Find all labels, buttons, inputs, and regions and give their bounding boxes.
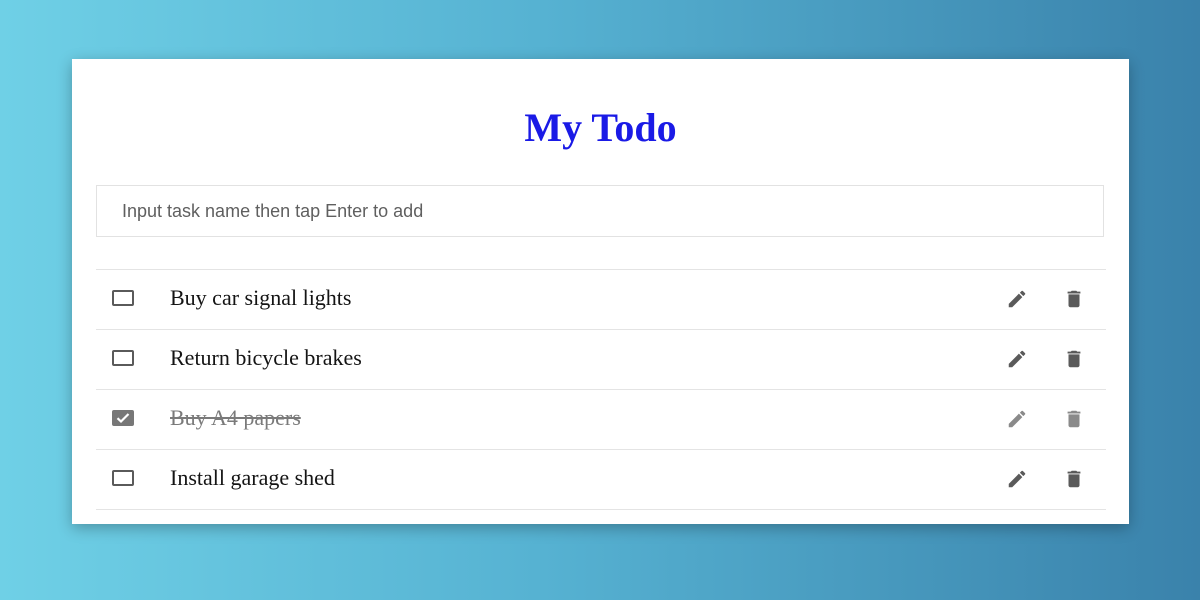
task-checkbox[interactable]	[112, 290, 134, 306]
task-label: Install garage shed	[170, 465, 335, 490]
task-row: Return bicycle brakes	[96, 330, 1106, 390]
new-task-input[interactable]	[96, 185, 1104, 237]
pencil-icon[interactable]	[1006, 288, 1028, 310]
task-row: Install garage shed	[96, 450, 1106, 510]
task-checkbox-checked[interactable]	[112, 410, 134, 426]
task-label: Buy car signal lights	[170, 285, 352, 310]
pencil-icon[interactable]	[1006, 348, 1028, 370]
task-row: Buy car signal lights	[96, 270, 1106, 330]
pencil-icon[interactable]	[1006, 468, 1028, 490]
task-list: Buy car signal lights Return bicycle bra…	[96, 269, 1106, 510]
task-row: Buy A4 papers	[96, 390, 1106, 450]
task-checkbox[interactable]	[112, 350, 134, 366]
pencil-icon[interactable]	[1006, 408, 1028, 430]
checkmark-icon	[116, 413, 130, 424]
todo-card: My Todo Buy car signal lights Return bic…	[72, 59, 1129, 524]
task-checkbox[interactable]	[112, 470, 134, 486]
trash-icon[interactable]	[1063, 468, 1085, 490]
trash-icon[interactable]	[1063, 408, 1085, 430]
trash-icon[interactable]	[1063, 288, 1085, 310]
page-title: My Todo	[524, 105, 677, 150]
task-label-completed: Buy A4 papers	[170, 405, 301, 430]
trash-icon[interactable]	[1063, 348, 1085, 370]
task-label: Return bicycle brakes	[170, 345, 362, 370]
